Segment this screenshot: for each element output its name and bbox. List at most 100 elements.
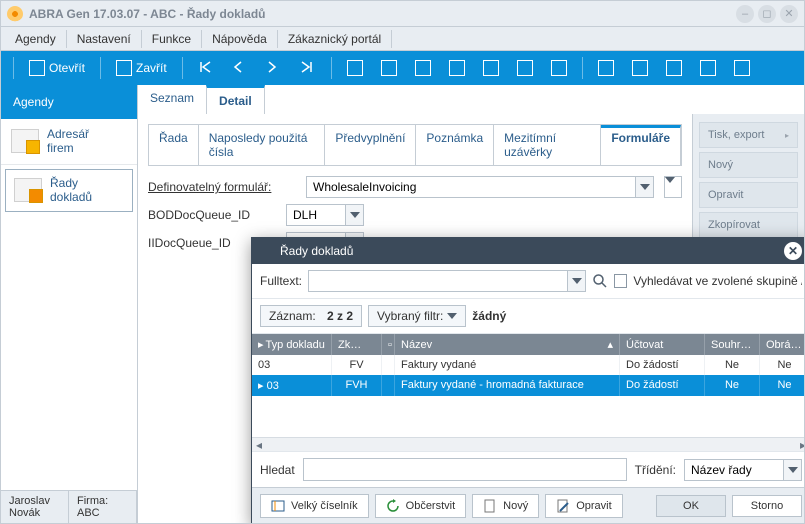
btn-ok[interactable]: OK	[656, 495, 726, 517]
subtab-rada[interactable]: Řada	[149, 125, 199, 165]
close-button[interactable]: ✕	[780, 5, 798, 23]
scroll-left-icon[interactable]: ◂	[252, 438, 266, 451]
filter-selector[interactable]: Vybraný filtr:	[368, 305, 466, 327]
col-obr[interactable]: Obrá…	[760, 334, 805, 355]
dropdown-def-form-extra[interactable]	[664, 176, 682, 198]
btn-obcerstvit[interactable]: Občerstvit	[375, 494, 467, 518]
menu-agendy[interactable]: Agendy	[5, 29, 66, 49]
toolbar: Otevřít Zavřít	[1, 51, 804, 85]
print-icon	[415, 60, 431, 76]
edit-icon	[483, 60, 499, 76]
misc4-icon	[700, 60, 716, 76]
btn-storno[interactable]: Storno	[732, 495, 802, 517]
label-boddoc: BODDocQueue_ID	[148, 208, 278, 222]
input-hledat[interactable]	[303, 458, 627, 481]
nav-prev[interactable]	[225, 56, 255, 80]
action-tisk-export[interactable]: Tisk, export▸	[699, 122, 798, 148]
btn-novy[interactable]: Nový	[472, 494, 539, 518]
scroll-right-icon[interactable]: ▸	[796, 438, 805, 451]
toolbar-icon-6[interactable]	[510, 56, 540, 80]
window-title: ABRA Gen 17.03.07 - ABC - Řady dokladů	[29, 7, 736, 21]
dialog-grid: ▸Typ dokladu Zk… ▫ Název▴ Účtovat Souhr……	[252, 334, 805, 451]
toolbar-open[interactable]: Otevřít	[22, 56, 92, 80]
nav-next[interactable]	[259, 56, 289, 80]
dialog-button-bar: Velký číselník Občerstvit Nový Opravit O…	[252, 487, 805, 524]
toolbar-icon-12[interactable]	[727, 56, 757, 80]
window-buttons: – ◻ ✕	[736, 5, 798, 23]
close-icon	[116, 60, 132, 76]
misc2-icon	[632, 60, 648, 76]
toolbar-icon-2[interactable]	[374, 56, 404, 80]
status-firm: Firma: ABC	[69, 491, 137, 523]
action-zkopirovat[interactable]: Zkopírovat	[699, 212, 798, 238]
table-row[interactable]: ▸ 03 FVH Faktury vydané - hromadná faktu…	[252, 375, 805, 396]
subtab-formulare[interactable]: Formuláře	[601, 125, 681, 165]
menubar: Agendy Nastavení Funkce Nápověda Zákazni…	[1, 27, 804, 51]
toolbar-icon-4[interactable]	[442, 56, 472, 80]
sidebar-header[interactable]: Agendy	[1, 85, 137, 119]
subtab-naposledy[interactable]: Naposledy použitá čísla	[199, 125, 326, 165]
copy-icon	[517, 60, 533, 76]
dialog-close-button[interactable]: ✕	[784, 242, 802, 260]
toolbar-icon-3[interactable]	[408, 56, 438, 80]
toolbar-icon-11[interactable]	[693, 56, 723, 80]
col-souhr[interactable]: Souhr…	[705, 334, 760, 355]
col-typ[interactable]: ▸Typ dokladu	[252, 334, 332, 355]
sidebar-item-adresar-firem[interactable]: Adresář firem	[1, 119, 137, 165]
toolbar-icon-5[interactable]	[476, 56, 506, 80]
menu-napoveda[interactable]: Nápověda	[202, 29, 277, 49]
maximize-button[interactable]: ◻	[758, 5, 776, 23]
toolbar-close[interactable]: Zavřít	[109, 56, 174, 80]
grid-scrollbar[interactable]: ◂ ▸	[252, 437, 805, 451]
col-nazev[interactable]: Název▴	[395, 334, 620, 355]
dialog-titlebar: Řady dokladů ✕	[252, 238, 805, 264]
btn-velky-ciselnik[interactable]: Velký číselník	[260, 494, 369, 518]
next-icon	[266, 60, 282, 76]
page-icon	[449, 60, 465, 76]
action-opravit[interactable]: Opravit	[699, 182, 798, 208]
dialog-search-row: Hledat Třídění:	[252, 451, 805, 487]
label-def-form: Definovatelný formulář:	[148, 180, 298, 194]
input-def-form[interactable]	[306, 176, 636, 198]
app-icon	[260, 244, 274, 258]
menu-nastaveni[interactable]: Nastavení	[67, 29, 141, 49]
input-fulltext[interactable]	[308, 270, 568, 292]
col-marker: ▫	[382, 334, 395, 355]
dropdown-trideni[interactable]	[784, 459, 802, 481]
tab-detail[interactable]: Detail	[206, 85, 265, 114]
menu-funkce[interactable]: Funkce	[142, 29, 201, 49]
btn-opravit[interactable]: Opravit	[545, 494, 622, 518]
prev-icon	[232, 60, 248, 76]
subtab-predvyplneni[interactable]: Předvyplnění	[325, 125, 416, 165]
nav-first[interactable]	[191, 56, 221, 80]
label-hledat: Hledat	[260, 463, 295, 477]
dropdown-boddoc[interactable]	[346, 204, 364, 226]
nav-last[interactable]	[293, 56, 323, 80]
dropdown-fulltext[interactable]	[568, 270, 586, 292]
toolbar-icon-1[interactable]	[340, 56, 370, 80]
toolbar-icon-9[interactable]	[625, 56, 655, 80]
minimize-button[interactable]: –	[736, 5, 754, 23]
label-trideni: Třídění:	[635, 463, 676, 477]
action-novy[interactable]: Nový	[699, 152, 798, 178]
input-boddoc[interactable]	[286, 204, 346, 226]
dropdown-def-form[interactable]	[636, 176, 654, 198]
input-trideni[interactable]	[684, 459, 784, 481]
col-uct[interactable]: Účtovat	[620, 334, 705, 355]
subtab-poznamka[interactable]: Poznámka	[416, 125, 494, 165]
open-icon	[29, 60, 45, 76]
record-indicator: Záznam: 2 z 2	[260, 305, 362, 327]
folder-icon	[14, 178, 42, 202]
toolbar-icon-10[interactable]	[659, 56, 689, 80]
subtab-mezitimni[interactable]: Mezitímní uzávěrky	[494, 125, 601, 165]
table-row[interactable]: 03 FV Faktury vydané Do žádostí Ne Ne	[252, 355, 805, 375]
checkbox-vyhledavat[interactable]	[614, 274, 627, 288]
search-icon[interactable]	[592, 273, 608, 289]
toolbar-icon-8[interactable]	[591, 56, 621, 80]
menu-portal[interactable]: Zákaznický portál	[278, 29, 391, 49]
tab-seznam[interactable]: Seznam	[138, 85, 206, 114]
first-icon	[198, 60, 214, 76]
col-zk[interactable]: Zk…	[332, 334, 382, 355]
sidebar-item-rady-dokladu[interactable]: Řady dokladů	[5, 169, 133, 212]
toolbar-icon-7[interactable]	[544, 56, 574, 80]
